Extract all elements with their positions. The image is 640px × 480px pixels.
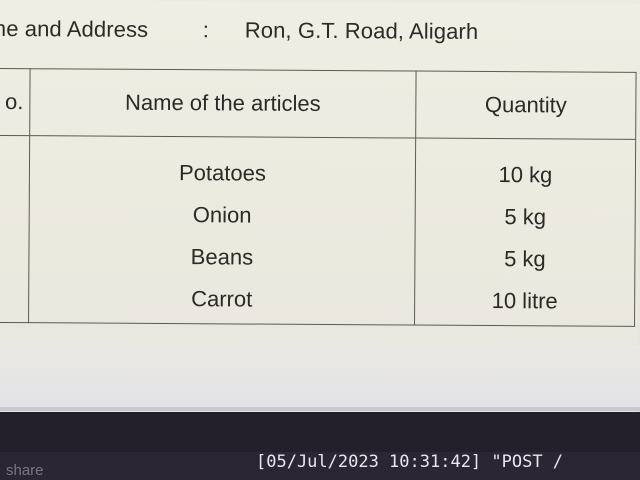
server-log-text: [05/Jul/2023 10:31:42] "POST /: [256, 452, 564, 472]
article-item: Beans: [190, 244, 254, 270]
header-quantity: Quantity: [415, 71, 637, 140]
serial-cell: [0, 135, 30, 323]
document-blank-area: [0, 345, 640, 407]
article-item: Onion: [192, 202, 252, 228]
quantity-item: 10 litre: [491, 288, 558, 314]
quantity-item: 5 kg: [504, 204, 547, 230]
colon-separator: :: [202, 17, 210, 43]
quantities-cell: 10 kg 5 kg 5 kg 10 litre: [414, 138, 636, 327]
header-article-name: Name of the articles: [29, 68, 417, 139]
table-body-row: Potatoes Onion Beans Carrot 10 kg 5 kg 5…: [0, 135, 636, 327]
terminal-share-text: share: [6, 462, 44, 479]
name-address-label: me and Address: [0, 15, 149, 42]
name-address-line: me and Address: Ron, G.T. Road, Aligarh: [0, 16, 478, 45]
quantity-item: 10 kg: [498, 162, 553, 188]
window-divider: [0, 407, 640, 411]
name-address-value: Ron, G.T. Road, Aligarh: [244, 17, 479, 44]
articles-cell: Potatoes Onion Beans Carrot: [28, 135, 416, 326]
screen: me and Address: Ron, G.T. Road, Aligarh o…: [0, 0, 640, 480]
quantity-item: 5 kg: [504, 246, 546, 272]
articles-table: o. Name of the articles Quantity Potatoe…: [0, 68, 637, 327]
header-serial-no: o.: [0, 68, 31, 136]
article-item: Potatoes: [178, 160, 266, 186]
article-item: Carrot: [191, 286, 253, 312]
table-header-row: o. Name of the articles Quantity: [0, 68, 637, 140]
